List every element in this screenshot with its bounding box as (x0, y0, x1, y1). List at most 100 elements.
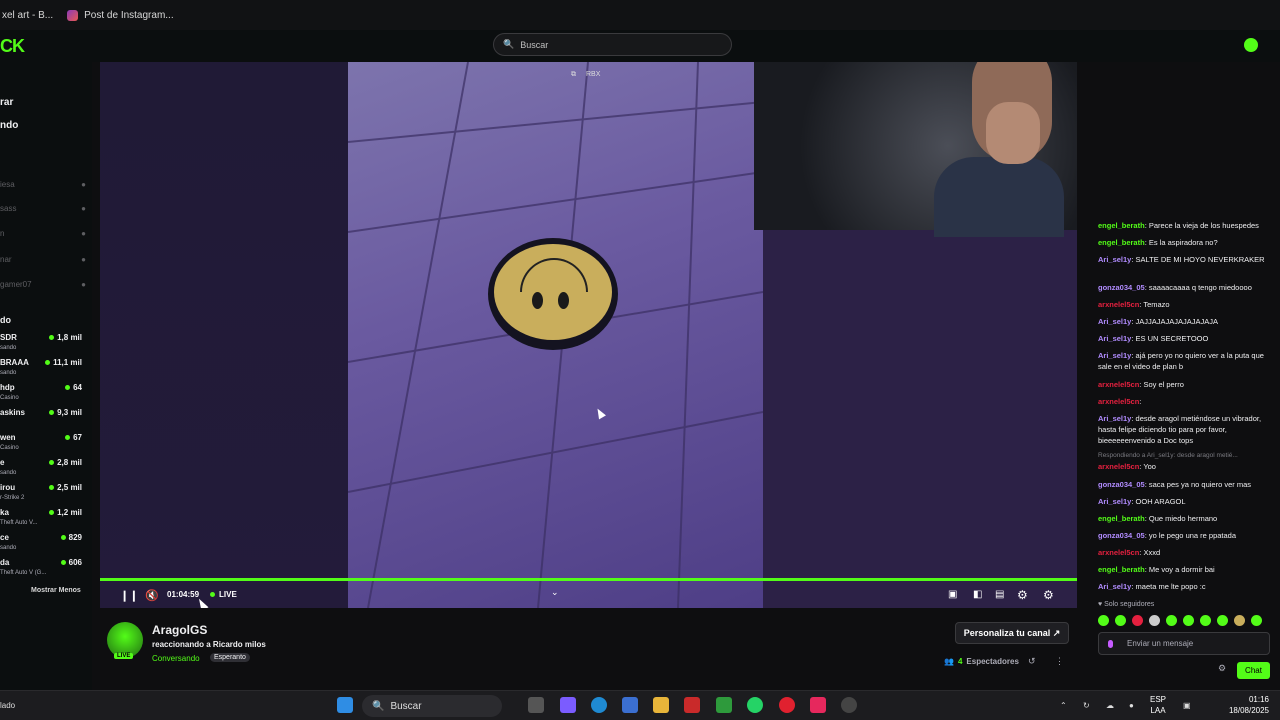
pip-icon[interactable]: ◧ (973, 589, 982, 600)
sidebar-channel[interactable]: askins 9,3 mil (0, 408, 84, 432)
chat-user[interactable]: arxnelel5cn (1098, 300, 1139, 309)
chat-user[interactable]: engel_berath (1098, 221, 1145, 230)
chat-user[interactable]: engel_berath (1098, 565, 1145, 574)
emote-icon[interactable] (1149, 615, 1160, 626)
chevron-up-icon[interactable]: ⌃ (1060, 701, 1067, 710)
fullscreen-icon[interactable]: ⚙ (1043, 588, 1054, 602)
search-input[interactable]: 🔍 Buscar (493, 33, 732, 56)
stream-category[interactable]: Conversando (152, 654, 200, 663)
chat-message: gonza034_05: yo le pego una re ppatada (1098, 530, 1276, 541)
chat-user[interactable]: Ari_sel1y (1098, 582, 1131, 591)
sidebar-channel[interactable]: BRAAA sando 11,1 mil (0, 358, 84, 382)
kick-logo[interactable]: CK (0, 36, 25, 57)
sidebar-offline-item[interactable]: nar ● (0, 255, 86, 264)
video-player[interactable]: ⧉ RBX ❙❙ 🔇 01:04:59 LIVE ⌄ ▣ ◧ ▤ ⚙ ⚙ (100, 62, 1077, 608)
more-icon[interactable]: ⋮ (1055, 656, 1064, 667)
show-less-button[interactable]: Mostrar Menos (31, 587, 81, 594)
stream-tag[interactable]: Esperanto (210, 653, 250, 662)
channel-category: sando (0, 470, 17, 476)
chat-text: : Temazo (1139, 300, 1170, 309)
emote-icon[interactable] (1183, 615, 1194, 626)
edge-icon[interactable] (591, 697, 607, 713)
sidebar-channel[interactable]: SDR sando 1,8 mil (0, 333, 84, 357)
sidebar-channel[interactable]: e sando 2,8 mil (0, 458, 84, 482)
chat-user[interactable]: gonza034_05 (1098, 480, 1145, 489)
windows-start-icon[interactable] (337, 697, 353, 713)
chat-user[interactable]: engel_berath (1098, 514, 1145, 523)
emote-icon[interactable] (1200, 615, 1211, 626)
progress-bar[interactable] (100, 578, 1077, 581)
chat-input[interactable]: Enviar un mensaje (1098, 632, 1270, 655)
network-icon[interactable]: ▣ (1183, 701, 1191, 710)
file-explorer-icon[interactable] (653, 697, 669, 713)
user-avatar[interactable] (1244, 38, 1258, 52)
chat-user[interactable]: Ari_sel1y (1098, 351, 1131, 360)
taskbar-clock[interactable]: 01:16 18/08/2025 (1205, 694, 1269, 716)
app-icon[interactable] (841, 697, 857, 713)
theater-icon[interactable]: ▣ (948, 589, 957, 600)
chat-user[interactable]: engel_berath (1098, 238, 1145, 247)
sidebar-offline-item[interactable]: n ● (0, 229, 86, 238)
chat-user[interactable]: arxnelel5cn (1098, 397, 1139, 406)
sidebar-nav-item[interactable]: rar (0, 97, 13, 108)
emote-icon[interactable] (1115, 615, 1126, 626)
personalize-channel-button[interactable]: Personaliza tu canal ↗ (955, 622, 1069, 644)
app-icon[interactable] (684, 697, 700, 713)
fullscreen-window-icon[interactable]: ▤ (995, 589, 1004, 600)
sidebar-channel[interactable]: wen Casino 67 (0, 433, 84, 457)
sidebar-offline-item[interactable]: sass ● (0, 204, 86, 213)
pip-label[interactable]: RBX (586, 71, 600, 79)
emote-icon[interactable] (1132, 615, 1143, 626)
sidebar-channel[interactable]: da Theft Auto V (G... 606 (0, 558, 84, 582)
task-view-icon[interactable] (528, 697, 544, 713)
minecraft-icon[interactable] (716, 697, 732, 713)
chat-user[interactable]: Ari_sel1y (1098, 334, 1131, 343)
tiktok-icon[interactable] (810, 697, 826, 713)
chat-user[interactable]: Ari_sel1y (1098, 414, 1131, 423)
sidebar-channel[interactable]: ce sando 829 (0, 533, 84, 557)
chat-user[interactable]: Ari_sel1y (1098, 255, 1131, 264)
sidebar-offline-item[interactable]: gamer07 ● (0, 280, 86, 289)
sidebar-nav-item[interactable]: ndo (0, 120, 18, 131)
store-icon[interactable] (622, 697, 638, 713)
sync-icon[interactable]: ↻ (1083, 701, 1090, 710)
chat-user[interactable]: gonza034_05 (1098, 283, 1145, 292)
pause-icon[interactable]: ❙❙ (120, 589, 138, 602)
chat-user[interactable]: gonza034_05 (1098, 531, 1145, 540)
chat-user[interactable]: Ari_sel1y (1098, 317, 1131, 326)
mic-icon[interactable]: ● (1129, 701, 1134, 710)
emote-icon[interactable] (1098, 615, 1109, 626)
opera-icon[interactable] (779, 697, 795, 713)
viewers-number: 4 (957, 657, 963, 666)
chat-user[interactable]: arxnelel5cn (1098, 462, 1139, 471)
emote-icon[interactable] (1166, 615, 1177, 626)
emote-icon[interactable] (1234, 615, 1245, 626)
copilot-icon[interactable] (560, 697, 576, 713)
browser-tab[interactable]: Post de Instagram... (67, 9, 174, 21)
chat-user[interactable]: arxnelel5cn (1098, 380, 1139, 389)
chat-settings-icon[interactable]: ⚙ (1218, 663, 1226, 674)
whatsapp-icon[interactable] (747, 697, 763, 713)
emote-icon[interactable] (1251, 615, 1262, 626)
channel-name[interactable]: AragolGS (152, 623, 207, 637)
sidebar-channel[interactable]: irou r-Strike 2 2,5 mil (0, 483, 84, 507)
sidebar-channel[interactable]: hdp Casino 64 (0, 383, 84, 407)
sidebar-offline-item[interactable]: iesa ● (0, 180, 86, 189)
mute-icon[interactable]: 🔇 (145, 589, 159, 602)
cloud-icon[interactable]: ☁ (1106, 701, 1114, 710)
mic-icon[interactable] (1108, 640, 1113, 648)
share-icon[interactable]: ↺ (1028, 656, 1036, 667)
sidebar-channel[interactable]: ka Theft Auto V... 1,2 mil (0, 508, 84, 532)
language-indicator[interactable]: ESP LAA (1150, 694, 1166, 716)
taskbar-widget-text[interactable]: lado (0, 701, 15, 710)
chevron-down-icon[interactable]: ⌄ (551, 587, 559, 598)
popout-icon[interactable]: ⧉ (571, 71, 576, 79)
emote-icon[interactable] (1217, 615, 1228, 626)
chat-user[interactable]: arxnelel5cn (1098, 548, 1139, 557)
settings-gear-icon[interactable]: ⚙ (1017, 588, 1028, 602)
chat-send-button[interactable]: Chat (1237, 662, 1270, 679)
chat-user[interactable]: Ari_sel1y (1098, 497, 1131, 506)
taskbar-search[interactable]: 🔍 Buscar (362, 695, 502, 717)
browser-tab[interactable]: xel art - B... (2, 10, 53, 21)
chat-message: arxnelel5cn: Yoo (1098, 461, 1276, 472)
